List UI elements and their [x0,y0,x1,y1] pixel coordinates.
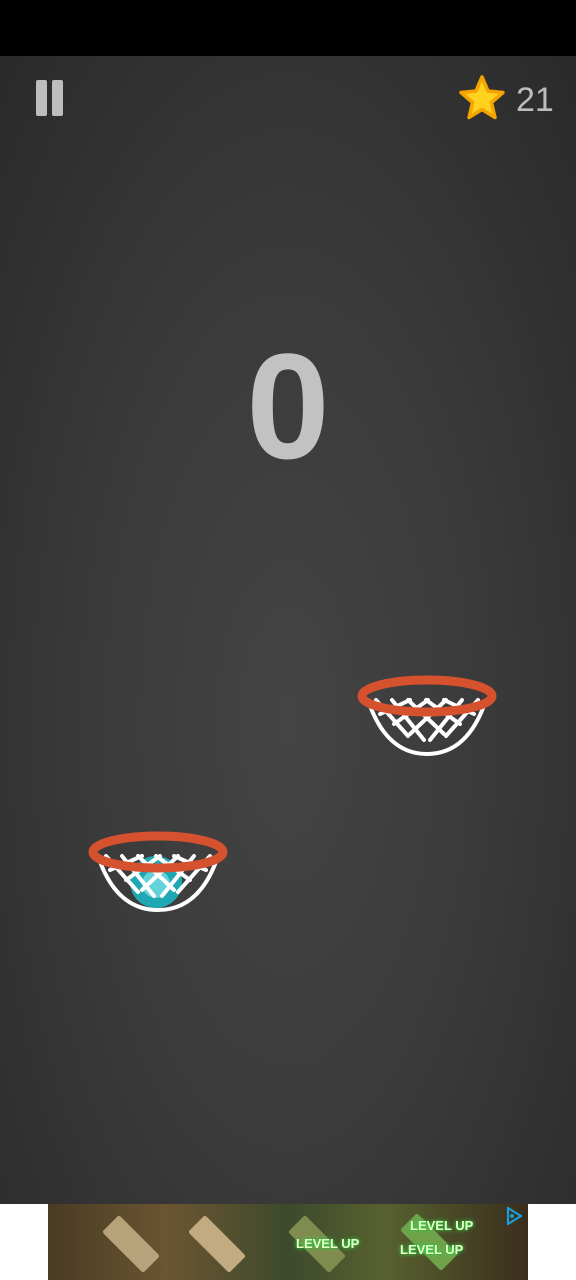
score: 0 [246,322,330,490]
ad-label: LEVEL UP [400,1242,464,1257]
status-bar [0,0,576,56]
hoop-left [88,831,228,913]
pause-icon-bar [52,80,63,116]
hoop-rim [357,675,497,717]
ad-tile [102,1215,160,1273]
game-area[interactable]: 21 0 [0,56,576,1204]
ad-choices-icon[interactable] [504,1206,524,1226]
ad-label: LEVEL UP [410,1218,474,1233]
star-count: 21 [516,81,554,119]
star-icon [459,75,505,120]
hoop-right [357,675,497,757]
pause-button[interactable] [30,76,70,120]
pause-icon [36,80,47,116]
ad-label: LEVEL UP [296,1236,360,1251]
ad-banner[interactable]: LEVEL UP LEVEL UP LEVEL UP [0,1204,576,1280]
ad-tile [188,1215,246,1273]
ad-image[interactable]: LEVEL UP LEVEL UP LEVEL UP [48,1204,528,1280]
